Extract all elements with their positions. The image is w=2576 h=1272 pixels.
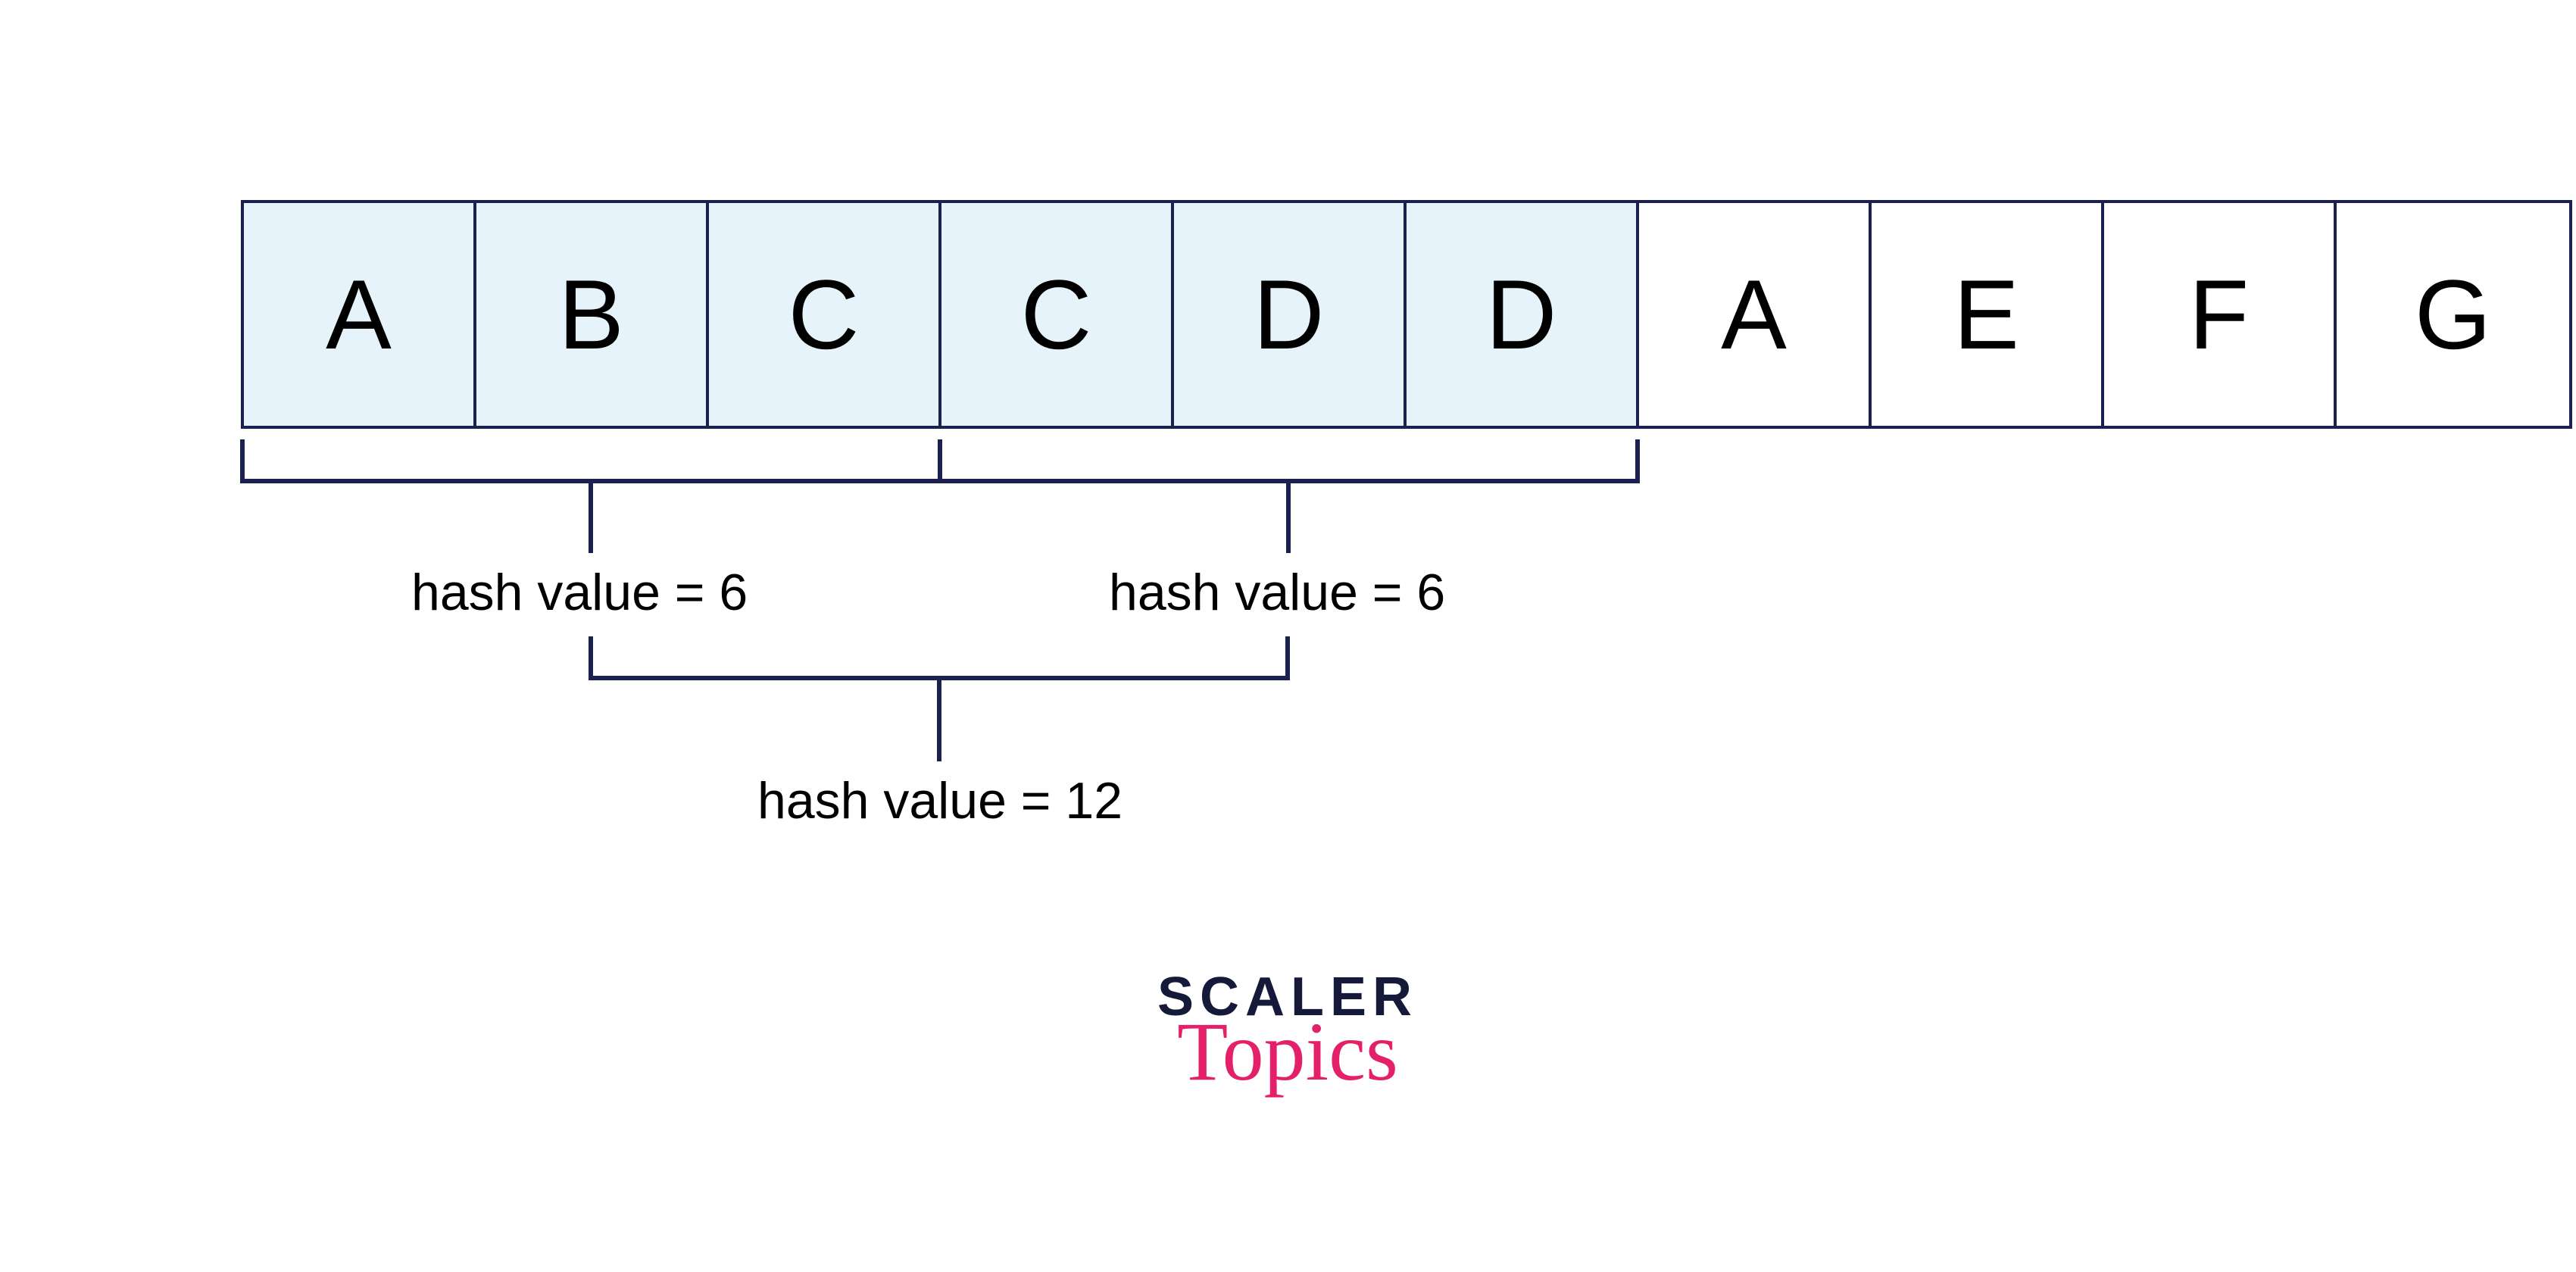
- cell-value: C: [1021, 258, 1092, 371]
- array-cell-5: D: [1404, 200, 1639, 429]
- array-cell-7: E: [1869, 200, 2104, 429]
- hash-label-left: hash value = 6: [411, 563, 748, 622]
- cell-value: F: [2189, 258, 2249, 371]
- cell-value: B: [558, 258, 624, 371]
- cell-value: E: [1953, 258, 2019, 371]
- hash-label-right: hash value = 6: [1109, 563, 1445, 622]
- array-cell-8: F: [2101, 200, 2337, 429]
- array-cell-2: C: [706, 200, 941, 429]
- cell-value: G: [2415, 258, 2491, 371]
- brand-logo: SCALER Topics: [1121, 966, 1454, 1089]
- hash-label-bottom: hash value = 12: [757, 771, 1123, 830]
- cell-value: D: [1486, 258, 1557, 371]
- cell-value: C: [788, 258, 860, 371]
- cell-value: A: [326, 258, 392, 371]
- array-cell-0: A: [241, 200, 476, 429]
- cell-value: D: [1254, 258, 1325, 371]
- array-cell-9: G: [2334, 200, 2572, 429]
- cell-value: A: [1721, 258, 1787, 371]
- array-cell-1: B: [473, 200, 709, 429]
- array-cell-6: A: [1636, 200, 1872, 429]
- array-cell-4: D: [1171, 200, 1407, 429]
- array-cell-3: C: [938, 200, 1174, 429]
